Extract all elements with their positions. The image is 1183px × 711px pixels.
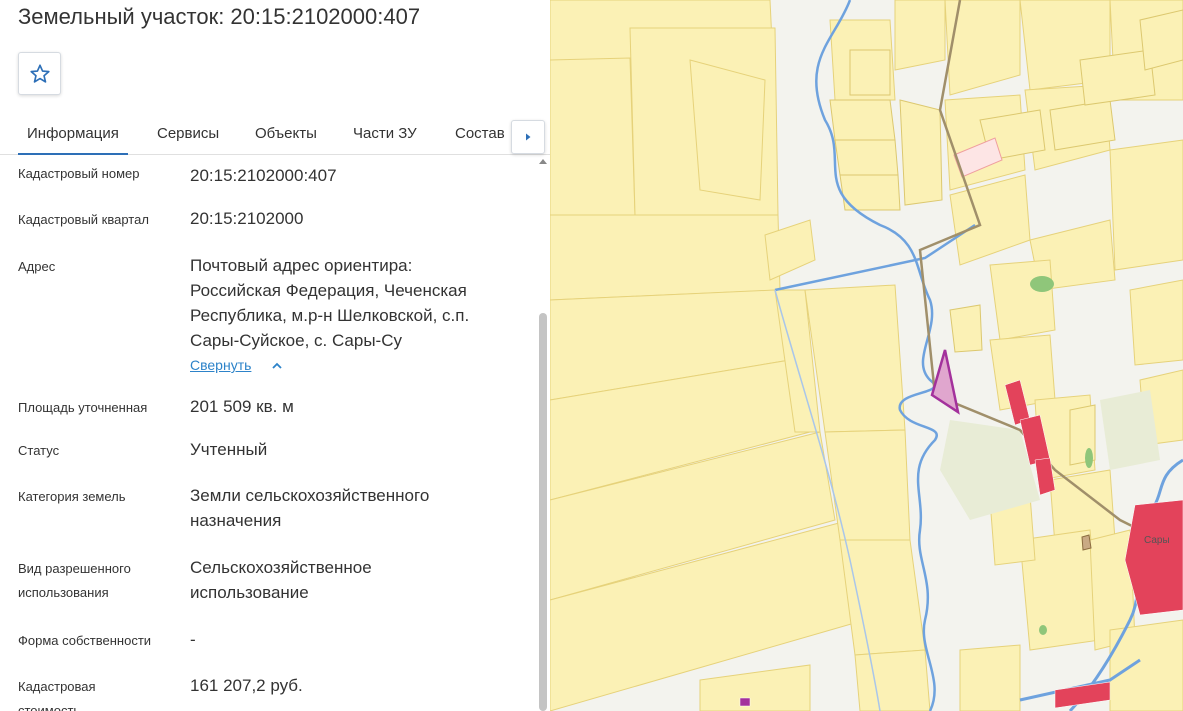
permitted-use-value: Сельскохозяйственное использование [190,558,372,602]
chevron-up-icon[interactable] [270,360,284,372]
category-value: Земли сельскохозяйственного назначения [190,486,430,530]
cad-quarter-label: Кадастровый квартал [18,212,149,227]
area-value: 201 509 кв. м [190,397,294,416]
scroll-up-arrow-icon[interactable] [539,159,547,164]
cadastral-map[interactable]: Сары [550,0,1183,711]
status-value: Учтенный [190,440,268,459]
address-value: Почтовый адрес ориентира: Российская Фед… [190,253,520,353]
ownership-value: - [190,630,196,649]
selected-parcel[interactable] [930,349,960,415]
address-line: Республика, м.р-н Шелковской, с.п. [190,306,470,325]
small-parcel [1081,534,1092,551]
map-canvas[interactable]: Сары [550,0,1183,711]
tab-info[interactable]: Информация [18,125,128,155]
status-label: Статус [18,443,60,458]
address-line: Почтовый адрес ориентира: [190,256,413,275]
tab-bar: Информация Сервисы Объекты Части ЗУ Сост… [0,118,550,155]
star-outline-icon [29,63,50,83]
address-line: Российская Федерация, Чеченская [190,281,467,300]
permitted-use-label: Вид разрешенного использования [18,561,131,600]
tab-composition[interactable]: Состав [455,125,505,142]
scroll-thumb[interactable] [539,313,547,711]
village-label: Сары [1144,535,1170,546]
info-list: Кадастровый номер 20:15:2102000:407 Када… [0,155,536,711]
triangle-right-icon [526,133,531,141]
info-panel: Земельный участок: 20:15:2102000:407 Инф… [0,0,550,711]
ownership-label: Форма собственности [18,633,152,648]
scrollbar[interactable] [536,155,550,711]
collapse-link[interactable]: Свернуть [190,357,251,373]
cad-number-label: Кадастровый номер [18,166,140,181]
tab-parts[interactable]: Части ЗУ [353,125,417,142]
area-label: Площадь уточненная [18,400,148,415]
cad-quarter-value: 20:15:2102000 [190,209,304,228]
tabs-next-button[interactable] [511,120,545,154]
category-label: Категория земель [18,489,126,504]
page-title: Земельный участок: 20:15:2102000:407 [18,4,421,29]
tab-services[interactable]: Сервисы [157,125,219,142]
cost-value: 161 207,2 руб. [190,676,303,695]
tab-objects[interactable]: Объекты [255,125,317,142]
collapse-label: Свернуть [190,357,252,373]
address-label: Адрес [18,259,56,274]
favorite-button[interactable] [18,52,61,95]
address-line: Сары-Суйское, с. Сары-Су [190,331,402,350]
cad-number-value: 20:15:2102000:407 [190,166,337,185]
cost-label: Кадастровая стоимость [18,679,96,711]
